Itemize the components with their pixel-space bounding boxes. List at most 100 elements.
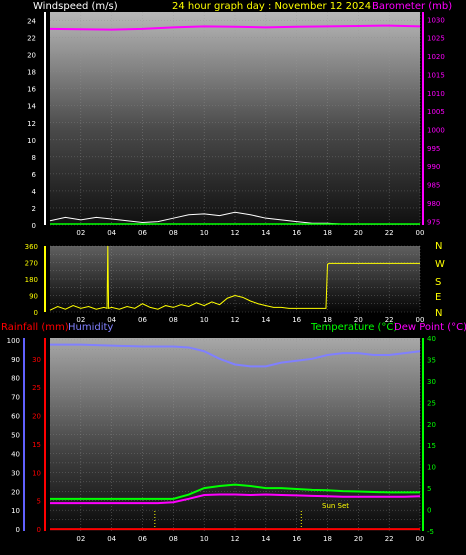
windspeed-tick-label: 14 bbox=[27, 103, 36, 111]
panel1-background bbox=[50, 12, 420, 225]
barometer-tick-label: 1020 bbox=[427, 53, 445, 61]
x-tick-label: 06 bbox=[138, 316, 147, 324]
x-tick-label: 10 bbox=[200, 229, 209, 237]
temperature-tick-label: 10 bbox=[427, 464, 436, 472]
humidity-tick-label: 10 bbox=[11, 507, 20, 515]
rainfall-tick-label: 30 bbox=[32, 356, 41, 364]
temperature-tick-label: 35 bbox=[427, 356, 436, 364]
x-tick-label: 12 bbox=[231, 229, 240, 237]
temperature-tick-label: 0 bbox=[427, 507, 431, 515]
x-tick-label: 16 bbox=[292, 229, 301, 237]
windspeed-tick-label: 4 bbox=[32, 188, 37, 196]
temperature-tick-label: 15 bbox=[427, 442, 436, 450]
temperature-axis-label: Temperature (°C) bbox=[310, 322, 397, 333]
direction-label-w: W bbox=[435, 259, 445, 270]
windspeed-tick-label: 20 bbox=[27, 52, 36, 60]
x-tick-label: 06 bbox=[138, 229, 147, 237]
x-tick-label: 18 bbox=[323, 535, 332, 543]
direction-tick-label: 90 bbox=[29, 293, 38, 301]
rainfall-tick-label: 15 bbox=[32, 441, 41, 449]
windspeed-tick-label: 18 bbox=[27, 69, 36, 77]
windspeed-tick-label: 2 bbox=[32, 205, 36, 213]
windspeed-tick-label: 22 bbox=[27, 35, 36, 43]
direction-tick-label: 180 bbox=[25, 276, 38, 284]
barometer-tick-label: 995 bbox=[427, 145, 440, 153]
x-tick-label: 20 bbox=[354, 229, 363, 237]
barometer-tick-label: 985 bbox=[427, 182, 440, 190]
barometer-tick-label: 1015 bbox=[427, 71, 445, 79]
barometer-tick-label: 1030 bbox=[427, 16, 445, 24]
humidity-tick-label: 50 bbox=[11, 432, 20, 440]
x-tick-label: 20 bbox=[354, 535, 363, 543]
rainfall-tick-label: 0 bbox=[37, 526, 41, 534]
x-tick-label: 02 bbox=[76, 535, 85, 543]
x-tick-label: 14 bbox=[261, 535, 270, 543]
windspeed-tick-label: 24 bbox=[27, 18, 36, 26]
windspeed-tick-label: 12 bbox=[27, 120, 36, 128]
x-tick-label: 12 bbox=[231, 316, 240, 324]
humidity-axis-label: Humidity bbox=[68, 322, 113, 333]
x-tick-label: 08 bbox=[169, 316, 178, 324]
x-tick-label: 02 bbox=[76, 229, 85, 237]
weather-24h-graph: 02 04 06 08 10 12 14 16 18 20 22 0002 04 06 08 10 12 14 16… bbox=[1, 1, 466, 543]
x-tick-label: 22 bbox=[385, 535, 394, 543]
x-tick-label: 18 bbox=[323, 229, 332, 237]
x-tick-label: 10 bbox=[200, 316, 209, 324]
barometer-tick-label: 1005 bbox=[427, 108, 445, 116]
humidity-tick-label: 20 bbox=[11, 488, 20, 496]
x-tick-label: 00 bbox=[416, 229, 425, 237]
x-tick-label: 10 bbox=[200, 535, 209, 543]
temperature-tick-label: 40 bbox=[427, 335, 436, 343]
x-tick-label: 04 bbox=[107, 535, 116, 543]
rainfall-tick-label: 10 bbox=[32, 469, 41, 477]
humidity-tick-label: 70 bbox=[11, 394, 20, 402]
temperature-tick-label: 30 bbox=[427, 378, 436, 386]
x-tick-label: 06 bbox=[138, 535, 147, 543]
sunset-annotation: Sun Set bbox=[322, 502, 349, 510]
humidity-tick-label: 100 bbox=[7, 337, 20, 345]
windspeed-tick-label: 8 bbox=[32, 154, 36, 162]
direction-tick-label: 360 bbox=[25, 243, 38, 251]
x-tick-label: 08 bbox=[169, 535, 178, 543]
x-tick-label: 12 bbox=[231, 535, 240, 543]
humidity-tick-label: 30 bbox=[11, 469, 20, 477]
humidity-tick-label: 90 bbox=[11, 356, 20, 364]
temperature-tick-label: 5 bbox=[427, 485, 431, 493]
x-tick-label: 14 bbox=[261, 316, 270, 324]
direction-tick-label: 270 bbox=[25, 260, 38, 268]
humidity-tick-label: 0 bbox=[16, 526, 20, 534]
direction-label-n-bottom: N bbox=[435, 308, 442, 319]
barometer-tick-label: 1025 bbox=[427, 35, 445, 43]
chart-title: 24 hour graph day : November 12 2024 bbox=[172, 1, 371, 12]
barometer-tick-label: 1000 bbox=[427, 127, 445, 135]
barometer-tick-label: 980 bbox=[427, 200, 440, 208]
direction-label-e: E bbox=[435, 292, 441, 303]
barometer-tick-label: 990 bbox=[427, 163, 440, 171]
windspeed-tick-label: 6 bbox=[32, 171, 37, 179]
humidity-tick-label: 60 bbox=[11, 413, 20, 421]
barometer-tick-label: 975 bbox=[427, 218, 440, 226]
rainfall-tick-label: 20 bbox=[32, 413, 41, 421]
x-tick-label: 16 bbox=[292, 316, 301, 324]
rainfall-axis-label: Rainfall (mm) bbox=[1, 322, 69, 333]
windspeed-tick-label: 0 bbox=[32, 222, 36, 230]
dewpoint-axis-label: Dew Point (°C) bbox=[394, 322, 466, 333]
barometer-tick-label: 1010 bbox=[427, 90, 445, 98]
x-tick-label: 22 bbox=[385, 229, 394, 237]
direction-tick-label: 0 bbox=[34, 309, 38, 317]
temperature-tick-label: 20 bbox=[427, 421, 436, 429]
humidity-tick-label: 80 bbox=[11, 375, 20, 383]
x-tick-label: 04 bbox=[107, 229, 116, 237]
x-tick-label: 14 bbox=[261, 229, 270, 237]
rainfall-tick-label: 5 bbox=[37, 498, 41, 506]
barometer-axis-label: Barometer (mb) bbox=[372, 1, 452, 12]
rainfall-tick-label: 25 bbox=[32, 384, 41, 392]
direction-label-s: S bbox=[435, 277, 441, 288]
x-tick-label: 00 bbox=[416, 535, 425, 543]
windspeed-tick-label: 10 bbox=[27, 137, 36, 145]
temperature-tick-label: -5 bbox=[427, 528, 434, 536]
direction-label-n-top: N bbox=[435, 241, 442, 252]
x-tick-label: 16 bbox=[292, 535, 301, 543]
x-tick-label: 08 bbox=[169, 229, 178, 237]
windspeed-axis-label: Windspeed (m/s) bbox=[33, 1, 118, 12]
